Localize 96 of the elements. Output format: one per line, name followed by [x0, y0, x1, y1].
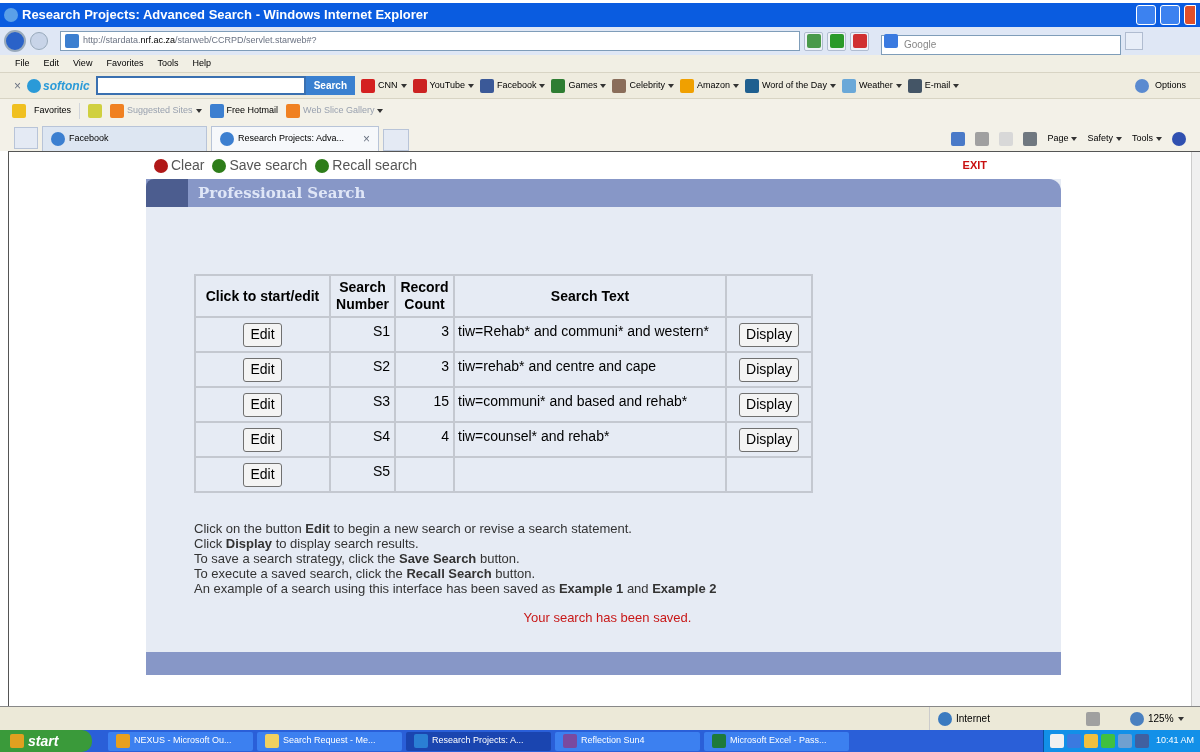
toolbar-link[interactable]: Word of the Day	[762, 78, 827, 93]
display-button[interactable]: Display	[739, 427, 799, 452]
search-field[interactable]	[95, 76, 306, 95]
restore-button[interactable]	[1160, 5, 1180, 25]
command-menu[interactable]: Safety	[1087, 132, 1113, 146]
back-button[interactable]	[4, 30, 26, 52]
edit-button[interactable]: Edit	[243, 357, 282, 382]
taskbar-button[interactable]: Microsoft Excel - Pass...	[704, 731, 849, 751]
table-cell: 15	[433, 393, 449, 409]
search-field[interactable]: Google	[881, 34, 1121, 55]
browser-tab[interactable]: Facebook	[42, 126, 207, 151]
browser-tab[interactable]: Research Projects: Adva... ×	[211, 126, 379, 151]
caret-icon	[733, 83, 739, 88]
caret-icon	[953, 83, 960, 88]
menu-item[interactable]: Tools	[157, 56, 179, 71]
start-button[interactable]: start	[0, 730, 92, 752]
toolbar-link[interactable]: Facebook	[496, 78, 537, 93]
table-cell: tiw=Rehab* and communi* and western*	[458, 323, 709, 339]
instruction-text: Click Display to display search results.	[194, 536, 420, 551]
toolbar-link[interactable]: Weather	[858, 78, 893, 93]
toolbar-link[interactable]: E-mail	[924, 78, 951, 93]
status-message: Your search has been saved.	[523, 610, 692, 625]
column-header: Click to start/edit	[195, 275, 330, 317]
favorite-link[interactable]: Free Hotmail	[226, 104, 279, 118]
search-button[interactable]: Search	[305, 76, 356, 95]
toolbar-link[interactable]: YouTube	[429, 78, 465, 93]
caret-icon	[467, 83, 474, 88]
caret-icon	[1116, 137, 1122, 141]
zone-text: Internet	[956, 712, 990, 726]
table-cell: 3	[441, 358, 449, 374]
table-cell: S3	[372, 393, 390, 409]
zoom-button[interactable]: 125%	[1148, 711, 1174, 726]
action-link[interactable]: Clear	[171, 155, 205, 176]
favorites-button[interactable]: Favorites	[34, 104, 71, 118]
toolbar-link[interactable]: CNN	[378, 78, 398, 93]
action-link[interactable]: Save search	[229, 155, 308, 176]
url-text: http://stardata.nrf.ac.za/starweb/CCRPD/servlet.starweb#?	[83, 34, 317, 48]
instruction-text: Click on the button Edit to begin a new search or revise a search statement.	[194, 521, 633, 536]
instruction-text: To execute a saved search, click the Recall Search button.	[194, 566, 537, 581]
display-button[interactable]: Display	[739, 392, 799, 417]
caret-icon	[668, 83, 674, 88]
display-button[interactable]: Display	[739, 322, 799, 347]
table-cell: 4	[441, 428, 449, 444]
edit-button[interactable]: Edit	[243, 462, 282, 487]
caret-icon	[829, 83, 836, 88]
menu-item[interactable]: File	[15, 56, 30, 71]
close-button[interactable]	[1184, 5, 1196, 25]
brand-name: softonic	[43, 77, 90, 95]
edit-button[interactable]: Edit	[243, 392, 282, 417]
caret-icon	[1156, 137, 1162, 141]
caret-icon	[895, 83, 902, 88]
taskbar-button[interactable]: NEXUS - Microsoft Ou...	[108, 731, 253, 751]
table-cell: S5	[372, 463, 390, 479]
panel-title: Professional Search	[197, 182, 366, 204]
caret-icon	[1071, 137, 1078, 141]
column-header: Search Number	[330, 275, 395, 317]
command-menu[interactable]: Page	[1047, 132, 1069, 146]
toolbar-link[interactable]: Amazon	[697, 78, 730, 93]
scrollbar[interactable]	[1191, 152, 1200, 706]
caret-icon	[1177, 716, 1184, 721]
table-cell: tiw=rehab* and centre and cape	[458, 358, 657, 374]
taskbar-button[interactable]: Reflection Sun4	[555, 731, 700, 751]
taskbar-button[interactable]: Research Projects: A...	[406, 731, 551, 751]
toolbar-link[interactable]: Games	[568, 78, 598, 93]
edit-button[interactable]: Edit	[243, 322, 282, 347]
command-menu[interactable]: Tools	[1132, 132, 1153, 146]
menu-item[interactable]: Help	[192, 56, 211, 71]
taskbar-button[interactable]: Search Request - Me...	[257, 731, 402, 751]
table-cell: 3	[441, 323, 449, 339]
display-button[interactable]: Display	[739, 357, 799, 382]
clock-text: 10:41 AM	[1155, 734, 1194, 748]
edit-button[interactable]: Edit	[243, 427, 282, 452]
caret-icon	[400, 83, 407, 88]
menu-item[interactable]: Favorites	[106, 56, 144, 71]
minimize-button[interactable]	[1136, 5, 1156, 25]
close-button[interactable]: ×	[363, 130, 370, 148]
column-header: Search Text	[454, 275, 726, 317]
close-button[interactable]: ×	[14, 76, 21, 95]
table-cell: tiw=communi* and based and rehab*	[458, 393, 688, 409]
table-cell: S1	[372, 323, 390, 339]
menu-item[interactable]: View	[73, 56, 93, 71]
instruction-text: An example of a search using this interface has been saved as Example 1 and Example 2	[194, 581, 718, 596]
caret-icon	[600, 83, 607, 88]
address-field[interactable]: http://stardata.nrf.ac.za/starweb/CCRPD/servlet.starweb#?	[60, 31, 800, 51]
exit-link[interactable]: EXIT	[962, 157, 987, 174]
toolbar-link[interactable]: Celebrity	[629, 78, 665, 93]
menu-item[interactable]: Edit	[43, 56, 60, 71]
window-title: Research Projects: Advanced Search - Windows Internet Explorer	[22, 6, 429, 25]
options-button[interactable]: Options	[1154, 78, 1186, 93]
instruction-text: To save a search strategy, click the Save Search button.	[194, 551, 521, 566]
table-cell: S4	[372, 428, 390, 444]
column-header: Record Count	[395, 275, 454, 317]
caret-icon	[539, 83, 546, 88]
action-link[interactable]: Recall search	[332, 155, 418, 176]
table-cell: tiw=counsel* and rehab*	[458, 428, 610, 444]
table-cell: S2	[372, 358, 390, 374]
